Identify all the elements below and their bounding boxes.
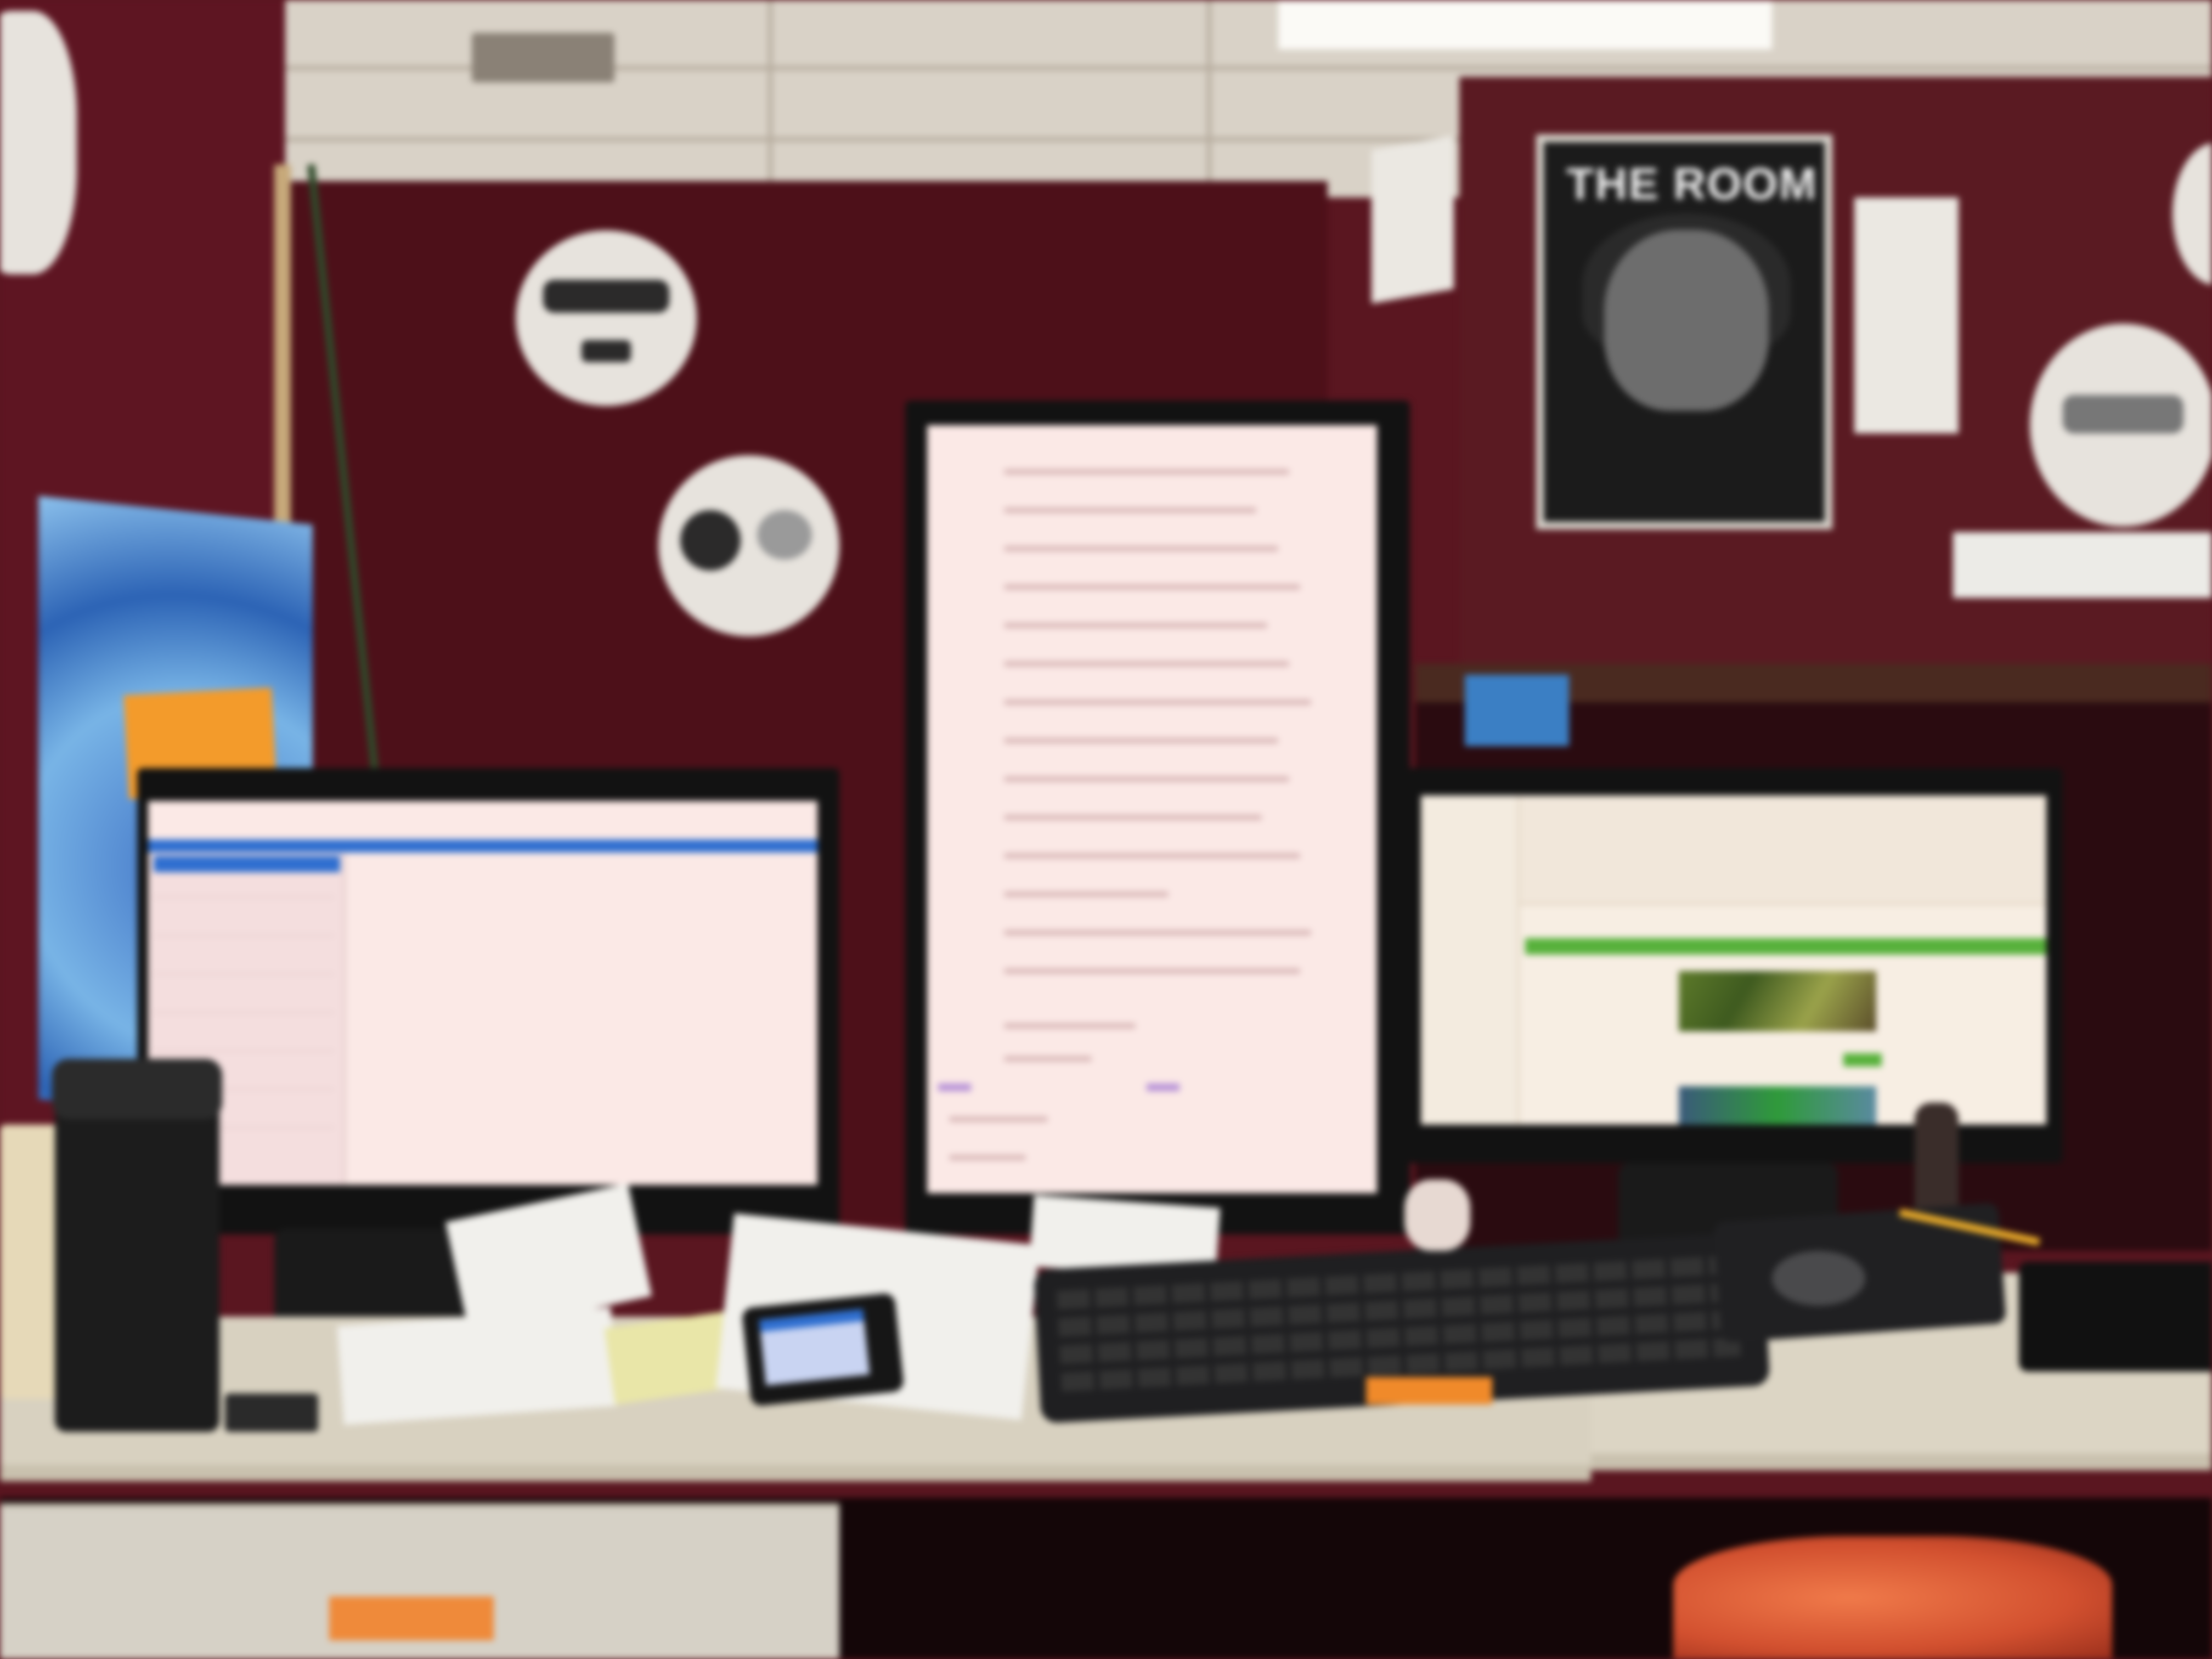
code-line bbox=[1004, 930, 1311, 935]
mug bbox=[0, 1125, 60, 1399]
orange-sticky-on-desk bbox=[1366, 1377, 1492, 1404]
middle-monitor bbox=[905, 400, 1410, 1234]
left-monitor-screen bbox=[148, 801, 817, 1185]
name-label-card bbox=[1953, 532, 2212, 598]
code-highlight bbox=[1147, 1084, 1180, 1091]
code-line bbox=[1004, 853, 1300, 859]
code-line bbox=[1004, 776, 1289, 782]
skull-decoration-right bbox=[2030, 324, 2212, 527]
cubicle-scene: THE ROOM bbox=[0, 0, 2212, 1659]
content-photo bbox=[1679, 1086, 1876, 1125]
smartphone bbox=[741, 1292, 905, 1407]
content-photo bbox=[1679, 971, 1876, 1031]
stormtrooper-decoration bbox=[516, 230, 697, 406]
skull-eye bbox=[757, 510, 812, 560]
the-room-poster: THE ROOM bbox=[1536, 134, 1832, 529]
browser-sidebar bbox=[1421, 795, 1520, 1125]
usb-drive bbox=[225, 1393, 318, 1432]
code-line bbox=[1004, 546, 1278, 551]
right-monitor bbox=[1404, 768, 2063, 1163]
skull-sunglasses bbox=[2063, 395, 2183, 433]
stormtrooper-mouth bbox=[582, 340, 631, 362]
receipt-paper bbox=[1854, 198, 1959, 433]
code-line bbox=[1004, 738, 1278, 743]
code-line bbox=[1004, 699, 1311, 705]
left-monitor bbox=[137, 768, 839, 1234]
hanging-paper bbox=[1372, 135, 1454, 304]
ceiling-grid-line bbox=[768, 0, 772, 198]
right-monitor-screen bbox=[1421, 795, 2046, 1125]
phone-screen bbox=[759, 1308, 870, 1386]
code-line bbox=[1004, 968, 1300, 974]
ceiling-light bbox=[1278, 0, 1772, 49]
code-line bbox=[1004, 584, 1300, 590]
list-item bbox=[154, 973, 335, 975]
ceiling-grid-line bbox=[1207, 0, 1211, 198]
skull-eye bbox=[680, 510, 741, 571]
code-line bbox=[1004, 1023, 1136, 1029]
code-line bbox=[1004, 623, 1267, 628]
phone-app-bar bbox=[759, 1308, 864, 1332]
poster-face bbox=[1604, 230, 1769, 411]
code-line bbox=[1004, 507, 1256, 513]
tablet bbox=[2019, 1262, 2212, 1372]
ceiling-vent bbox=[472, 33, 614, 82]
list-item bbox=[154, 1050, 335, 1052]
ceiling-grid-line bbox=[0, 66, 2212, 70]
list-item bbox=[154, 1012, 335, 1013]
drawer-label bbox=[329, 1596, 494, 1640]
code-line bbox=[1004, 891, 1169, 897]
code-line bbox=[1004, 815, 1262, 820]
code-line bbox=[949, 1116, 1048, 1122]
orange-bag bbox=[1673, 1536, 2112, 1659]
tumbler-lid bbox=[52, 1059, 222, 1119]
code-line bbox=[1004, 1056, 1092, 1062]
desk-toy bbox=[1404, 1180, 1470, 1251]
code-line bbox=[949, 1155, 1026, 1160]
list-item bbox=[154, 935, 335, 936]
skull-decoration-left bbox=[0, 11, 77, 274]
tumbler bbox=[55, 1064, 219, 1432]
mouse bbox=[1772, 1251, 1865, 1306]
middle-monitor-screen bbox=[927, 425, 1377, 1193]
green-button bbox=[1843, 1053, 1882, 1066]
blue-sticky-note bbox=[1465, 675, 1569, 746]
app-header-bar bbox=[148, 839, 817, 853]
side-panel-header bbox=[154, 856, 340, 872]
code-line bbox=[1004, 469, 1289, 475]
stormtrooper-visor bbox=[543, 280, 669, 313]
code-highlight bbox=[938, 1084, 971, 1091]
code-line bbox=[1004, 661, 1289, 667]
skull-decoration bbox=[658, 455, 839, 636]
list-item bbox=[154, 896, 335, 898]
poster-title: THE ROOM bbox=[1566, 159, 1818, 209]
site-nav-bar bbox=[1525, 938, 2046, 955]
